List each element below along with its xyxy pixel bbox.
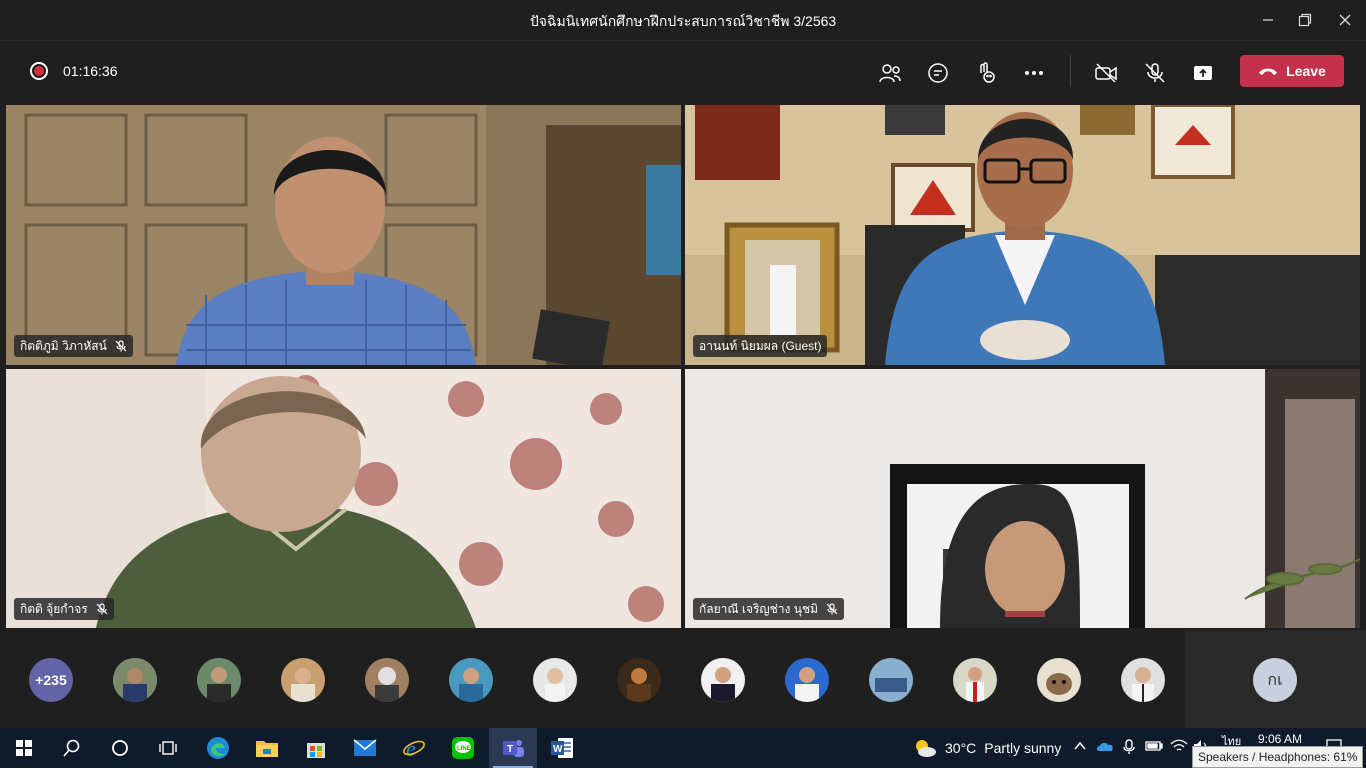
weather-temp: 30°C bbox=[945, 740, 977, 756]
svg-text:T: T bbox=[507, 744, 513, 755]
chat-icon[interactable] bbox=[922, 57, 954, 89]
weather-desc: Partly sunny bbox=[984, 740, 1062, 756]
participant-nametag: กัลยาณี เจริญช่าง นุชมิ bbox=[693, 598, 844, 620]
volume-tooltip: Speakers / Headphones: 61% bbox=[1192, 746, 1364, 768]
participant-avatar[interactable] bbox=[449, 658, 493, 702]
wifi-icon[interactable] bbox=[1170, 739, 1188, 756]
clock[interactable]: 9:06 AM bbox=[1258, 732, 1302, 746]
participant-name: อานนท์ นิยมผล (Guest) bbox=[699, 338, 822, 353]
svg-text:W: W bbox=[553, 744, 563, 755]
close-icon[interactable] bbox=[1325, 6, 1365, 34]
internet-explorer-icon[interactable]: e bbox=[390, 728, 438, 768]
participant-avatar[interactable] bbox=[785, 658, 829, 702]
windows-start-icon[interactable] bbox=[0, 728, 48, 768]
recording-icon bbox=[30, 62, 48, 80]
participant-avatar[interactable] bbox=[1037, 658, 1081, 702]
participants-icon[interactable] bbox=[874, 57, 906, 89]
task-view-icon[interactable] bbox=[144, 728, 192, 768]
partly-sunny-icon bbox=[916, 740, 936, 757]
onedrive-icon[interactable] bbox=[1096, 739, 1114, 756]
participant-avatar[interactable] bbox=[197, 658, 241, 702]
participant-avatar[interactable] bbox=[701, 658, 745, 702]
self-preview: กเ bbox=[1185, 630, 1366, 728]
participant-avatar[interactable] bbox=[617, 658, 661, 702]
meeting-toolbar: 01:16:36 Leave bbox=[0, 40, 1366, 104]
maximize-icon[interactable] bbox=[1285, 6, 1325, 34]
participant-avatar[interactable] bbox=[113, 658, 157, 702]
microphone-icon[interactable] bbox=[1122, 739, 1136, 758]
edge-icon[interactable] bbox=[194, 728, 242, 768]
word-icon[interactable]: W bbox=[538, 728, 586, 768]
leave-label: Leave bbox=[1286, 63, 1326, 79]
mic-muted-icon bbox=[826, 603, 838, 615]
participant-name: กิตติ จุ้ยกำจร bbox=[20, 601, 88, 616]
video-tile-3[interactable]: กิตติ จุ้ยกำจร bbox=[6, 369, 681, 628]
svg-text:LINE: LINE bbox=[457, 746, 471, 752]
more-participants-button[interactable]: +235 bbox=[29, 658, 73, 702]
self-avatar[interactable]: กเ bbox=[1253, 658, 1297, 702]
camera-off-icon[interactable] bbox=[1090, 57, 1122, 89]
toolbar-divider bbox=[1070, 55, 1071, 87]
phone-hangup-icon bbox=[1259, 68, 1278, 75]
battery-icon[interactable] bbox=[1145, 739, 1163, 756]
mail-icon[interactable] bbox=[341, 728, 389, 768]
participant-avatar[interactable] bbox=[953, 658, 997, 702]
meeting-timer: 01:16:36 bbox=[63, 63, 118, 79]
video-feed bbox=[6, 369, 681, 628]
search-icon[interactable] bbox=[48, 728, 96, 768]
file-explorer-icon[interactable] bbox=[243, 728, 291, 768]
participant-avatar[interactable] bbox=[365, 658, 409, 702]
store-icon[interactable] bbox=[292, 728, 340, 768]
video-feed bbox=[685, 369, 1360, 628]
participant-name: กิตติภูมิ วิภาหัสน์ bbox=[20, 338, 107, 353]
chevron-up-icon[interactable] bbox=[1073, 739, 1087, 756]
participant-nametag: กิตติ จุ้ยกำจร bbox=[14, 598, 114, 620]
video-feed bbox=[6, 105, 681, 365]
mic-muted-icon[interactable] bbox=[1139, 57, 1171, 89]
share-screen-icon[interactable] bbox=[1187, 57, 1219, 89]
video-feed bbox=[685, 105, 1360, 365]
mic-muted-icon bbox=[115, 340, 127, 352]
teams-icon[interactable]: T bbox=[489, 728, 537, 768]
video-tile-2[interactable]: อานนท์ นิยมผล (Guest) bbox=[685, 105, 1360, 365]
taskbar: e LINE T W 30°C Partly sunny ไทย 9:06 AM bbox=[0, 728, 1366, 768]
video-tile-1[interactable]: กิตติภูมิ วิภาหัสน์ bbox=[6, 105, 681, 365]
mic-muted-icon bbox=[96, 603, 108, 615]
participant-name: กัลยาณี เจริญช่าง นุชมิ bbox=[699, 601, 818, 616]
window-title: ปัจฉิมนิเทศนักศึกษาฝึกประสบการณ์วิชาชีพ … bbox=[529, 13, 837, 29]
participant-nametag: กิตติภูมิ วิภาหัสน์ bbox=[14, 335, 133, 357]
leave-button[interactable]: Leave bbox=[1240, 55, 1344, 87]
participant-avatar[interactable] bbox=[281, 658, 325, 702]
participant-avatar[interactable] bbox=[1121, 658, 1165, 702]
video-tile-4[interactable]: กัลยาณี เจริญช่าง นุชมิ bbox=[685, 369, 1360, 628]
participant-avatar[interactable] bbox=[869, 658, 913, 702]
minimize-icon[interactable] bbox=[1248, 6, 1288, 34]
participant-avatar[interactable] bbox=[533, 658, 577, 702]
participant-nametag: อานนท์ นิยมผล (Guest) bbox=[693, 335, 828, 357]
title-bar: ปัจฉิมนิเทศนักศึกษาฝึกประสบการณ์วิชาชีพ … bbox=[0, 0, 1366, 40]
reactions-icon[interactable] bbox=[970, 57, 1002, 89]
svg-text:e: e bbox=[406, 736, 416, 760]
line-app-icon[interactable]: LINE bbox=[439, 728, 487, 768]
more-options-icon[interactable] bbox=[1018, 57, 1050, 89]
participant-strip: +235 กเ bbox=[0, 630, 1366, 728]
weather-widget[interactable]: 30°C Partly sunny bbox=[913, 738, 1061, 758]
cortana-icon[interactable] bbox=[96, 728, 144, 768]
